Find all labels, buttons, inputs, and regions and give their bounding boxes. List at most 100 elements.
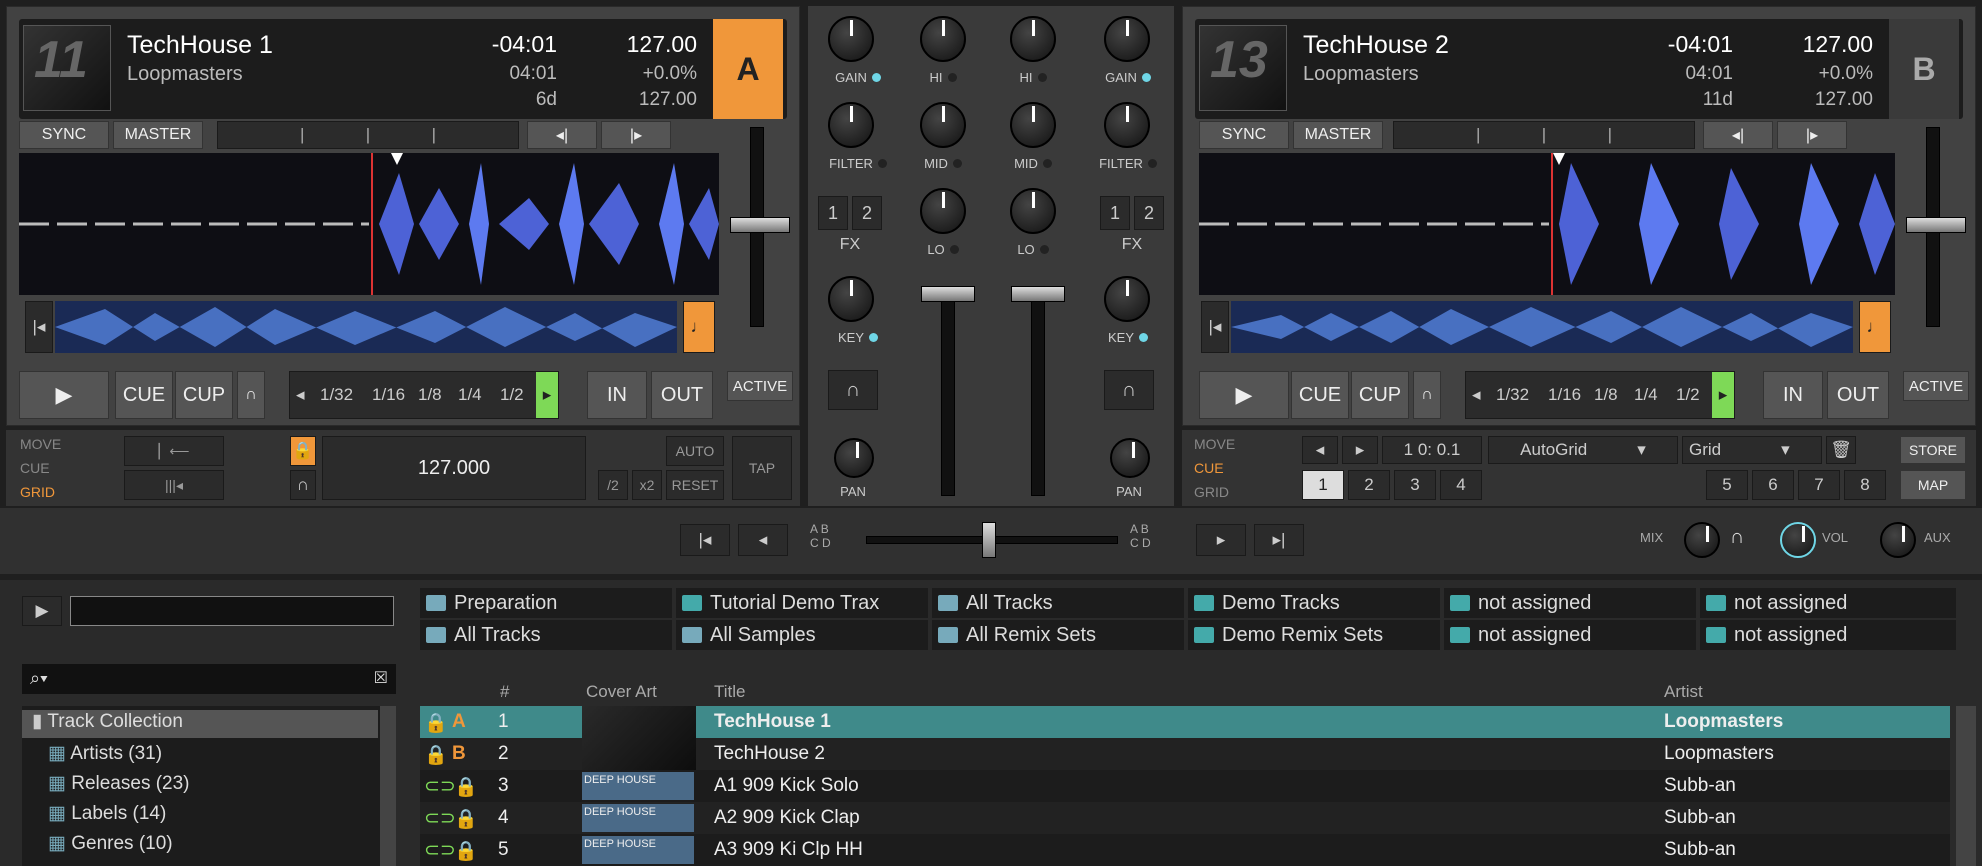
- grid-move-left[interactable]: ▏⟵: [124, 436, 224, 466]
- loop-prev-icon[interactable]: ◂: [1472, 385, 1481, 405]
- loop-prev-icon[interactable]: ◂: [296, 385, 305, 405]
- fx-b-2-button[interactable]: 2: [1134, 196, 1164, 230]
- favorite-5-1[interactable]: not assigned: [1444, 588, 1696, 618]
- deck-b-cue-button[interactable]: CUE: [1291, 371, 1349, 419]
- grid-half-button[interactable]: /2: [598, 470, 628, 500]
- hotcue-5[interactable]: 5: [1706, 470, 1748, 500]
- favorite-5-2[interactable]: not assigned: [1444, 620, 1696, 650]
- skip-forward-icon[interactable]: ▸|: [1254, 524, 1304, 556]
- deck-b-cup-button[interactable]: CUP: [1351, 371, 1409, 419]
- aux-knob[interactable]: [1880, 522, 1916, 558]
- pan-b-knob[interactable]: [1110, 438, 1150, 478]
- cue-a-headphones-icon[interactable]: ∩: [828, 370, 878, 410]
- loop-1-8[interactable]: 1/8: [418, 385, 442, 405]
- key-a-knob[interactable]: [828, 276, 874, 322]
- tree-genres[interactable]: ▦ Genres (10): [48, 832, 173, 855]
- hotcue-6[interactable]: 6: [1752, 470, 1794, 500]
- cue-name-select[interactable]: Grid ▾: [1682, 436, 1822, 464]
- loop-1-2[interactable]: 1/2: [500, 385, 524, 405]
- deck-a-waveform[interactable]: [19, 153, 719, 295]
- grid-reset-button[interactable]: RESET: [666, 470, 724, 500]
- deck-a-beatjump-forward[interactable]: |▸: [601, 121, 671, 149]
- cue-type-select[interactable]: AutoGrid ▾: [1488, 436, 1678, 464]
- deck-b-in-button[interactable]: IN: [1763, 371, 1823, 419]
- deck-a-skip-start[interactable]: |◂: [25, 301, 53, 353]
- deck-b-sync-button[interactable]: SYNC: [1199, 121, 1289, 149]
- loop-next-icon[interactable]: ▸: [536, 372, 558, 418]
- deck-b-mode-move[interactable]: MOVE: [1194, 436, 1235, 452]
- deck-b-beatjump-forward[interactable]: |▸: [1777, 121, 1847, 149]
- deck-a-out-button[interactable]: OUT: [651, 371, 713, 419]
- deck-b-out-button[interactable]: OUT: [1827, 371, 1889, 419]
- filter-a-knob[interactable]: [828, 102, 874, 148]
- deck-b-tempo-fader[interactable]: [1903, 127, 1966, 347]
- preview-play-icon[interactable]: ▶: [22, 596, 62, 626]
- deck-b-master-button[interactable]: MASTER: [1293, 121, 1383, 149]
- cue-prev-icon[interactable]: ◂: [1302, 436, 1338, 464]
- cue-b-headphones-icon[interactable]: ∩: [1104, 370, 1154, 410]
- search-icon[interactable]: ⌕▾: [30, 668, 48, 689]
- favorite-4-2[interactable]: Demo Remix Sets: [1188, 620, 1440, 650]
- deck-b-loop-icon[interactable]: ∩: [1413, 371, 1441, 419]
- loop-1-32[interactable]: 1/32: [320, 385, 353, 405]
- deck-a-beatjump-back[interactable]: ◂|: [527, 121, 597, 149]
- xfader-assign-right[interactable]: A BC D: [1130, 522, 1174, 558]
- hotcue-3[interactable]: 3: [1394, 470, 1436, 500]
- search-bar[interactable]: ⌕▾ ☒: [22, 664, 396, 694]
- tree-releases[interactable]: ▦ Releases (23): [48, 772, 190, 795]
- grid-headphone-icon[interactable]: ∩: [290, 470, 316, 500]
- lo-a-knob[interactable]: [920, 188, 966, 234]
- tree-labels[interactable]: ▦ Labels (14): [48, 802, 166, 825]
- crossfader[interactable]: [866, 522, 1118, 558]
- mix-knob[interactable]: [1684, 522, 1720, 558]
- loop-1-8[interactable]: 1/8: [1594, 385, 1618, 405]
- loop-1-32[interactable]: 1/32: [1496, 385, 1529, 405]
- fx-a-2-button[interactable]: 2: [852, 196, 882, 230]
- favorite-1-2[interactable]: All Tracks: [420, 620, 672, 650]
- deck-a-tempo-fader[interactable]: [727, 127, 790, 347]
- hotcue-8[interactable]: 8: [1844, 470, 1886, 500]
- deck-a-master-button[interactable]: MASTER: [113, 121, 203, 149]
- hotcue-4[interactable]: 4: [1440, 470, 1482, 500]
- table-row[interactable]: ⊂⊃ 🔒 4 DEEP HOUSE A2 909 Kick Clap Subb-…: [420, 802, 1950, 834]
- deck-b-beatjump-back[interactable]: ◂|: [1703, 121, 1773, 149]
- column-num[interactable]: #: [500, 682, 509, 702]
- loop-1-16[interactable]: 1/16: [1548, 385, 1581, 405]
- favorite-2-2[interactable]: All Samples: [676, 620, 928, 650]
- hotcue-2[interactable]: 2: [1348, 470, 1390, 500]
- tree-track-collection[interactable]: ▮ Track Collection: [22, 710, 378, 738]
- deck-a-sync-button[interactable]: SYNC: [19, 121, 109, 149]
- tree-artists[interactable]: ▦ Artists (31): [48, 742, 162, 765]
- deck-b-skip-start[interactable]: |◂: [1201, 301, 1229, 353]
- deck-b-waveform[interactable]: [1199, 153, 1895, 295]
- hotcue-7[interactable]: 7: [1798, 470, 1840, 500]
- mid-a-knob[interactable]: [920, 102, 966, 148]
- favorite-2-1[interactable]: Tutorial Demo Trax: [676, 588, 928, 618]
- table-row[interactable]: ⊂⊃ 🔒 3 DEEP HOUSE A1 909 Kick Solo Subb-…: [420, 770, 1950, 802]
- favorite-6-1[interactable]: not assigned: [1700, 588, 1956, 618]
- filter-b-knob[interactable]: [1104, 102, 1150, 148]
- loop-1-2[interactable]: 1/2: [1676, 385, 1700, 405]
- loop-1-16[interactable]: 1/16: [372, 385, 405, 405]
- deck-b-play-button[interactable]: ▶: [1199, 371, 1289, 419]
- cue-next-icon[interactable]: ▸: [1342, 436, 1378, 464]
- favorite-6-2[interactable]: not assigned: [1700, 620, 1956, 650]
- grid-tap-button[interactable]: TAP: [732, 436, 792, 500]
- table-row[interactable]: ⊂⊃ 🔒 5 DEEP HOUSE A3 909 Ki Clp HH Subb-…: [420, 834, 1950, 866]
- loop-1-4[interactable]: 1/4: [1634, 385, 1658, 405]
- deck-b-letter[interactable]: B: [1889, 19, 1959, 119]
- map-button[interactable]: MAP: [1900, 470, 1966, 500]
- tree-scrollbar[interactable]: [380, 706, 396, 866]
- gain-a-knob[interactable]: [828, 16, 874, 62]
- skip-back-icon[interactable]: |◂: [680, 524, 730, 556]
- grid-bpm-value[interactable]: 127.000: [322, 436, 586, 500]
- deck-a-note-icon[interactable]: ♩: [683, 301, 715, 353]
- deck-b-overview-strip[interactable]: [1231, 301, 1853, 353]
- gain-b-knob[interactable]: [1104, 16, 1150, 62]
- grid-lock-icon[interactable]: 🔒: [290, 436, 316, 466]
- list-scrollbar[interactable]: [1956, 706, 1976, 866]
- channel-b-fader[interactable]: [1008, 286, 1068, 506]
- trash-icon[interactable]: 🗑: [1826, 436, 1856, 464]
- grid-auto-button[interactable]: AUTO: [666, 436, 724, 466]
- grid-shift-left[interactable]: |||◂: [124, 470, 224, 500]
